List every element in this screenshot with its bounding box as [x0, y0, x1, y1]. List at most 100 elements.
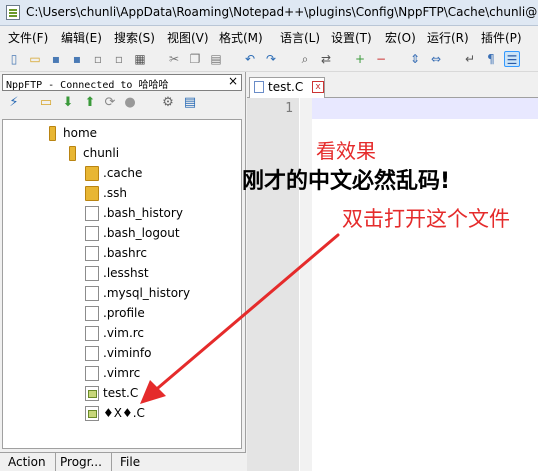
panel-tab-separator — [55, 453, 56, 471]
abort-icon[interactable]: ● — [122, 95, 138, 111]
folder-icon — [85, 186, 99, 201]
replace-icon-glyph: ⇄ — [320, 52, 332, 66]
tree-item-folder[interactable]: .ssh — [85, 185, 235, 203]
menu-item-0[interactable]: 文件(F) — [8, 29, 48, 46]
zoom-in-icon-glyph: + — [354, 52, 366, 66]
file-icon — [85, 206, 99, 221]
open-file-icon[interactable]: ▭ — [27, 51, 43, 67]
save-icon-glyph: ▪ — [51, 52, 61, 66]
print-icon[interactable]: ▦ — [132, 51, 148, 67]
undo-icon-glyph: ↶ — [244, 52, 256, 66]
settings-icon[interactable]: ⚙ — [160, 95, 176, 111]
tree-item-label: .viminfo — [103, 346, 152, 360]
upload-icon[interactable]: ⬆ — [82, 95, 98, 111]
tree-item-folder[interactable]: chunli — [65, 145, 215, 163]
current-line-highlight[interactable] — [312, 98, 538, 119]
paste-icon-glyph: ▤ — [210, 52, 222, 66]
annotation-see-effect: 看效果 — [316, 139, 376, 163]
save-all-icon[interactable]: ▪ — [69, 51, 85, 67]
tree-item-file[interactable]: .vimrc — [85, 365, 235, 383]
menu-item-8[interactable]: 运行(R) — [427, 29, 469, 46]
show-all-chars-icon[interactable]: ¶ — [483, 51, 499, 67]
tab-close-icon[interactable]: x — [312, 81, 324, 93]
panel-tab-1[interactable]: Progr... — [60, 455, 102, 469]
tree-item-label: .lesshst — [103, 266, 149, 280]
tree-item-file[interactable]: .bashrc — [85, 245, 235, 263]
cut-icon-glyph: ✂ — [168, 52, 180, 66]
refresh-icon[interactable]: ⟳ — [102, 95, 118, 111]
annotation-garbled-chinese: 刚才的中文必然乱码! — [242, 169, 451, 194]
file-icon — [85, 326, 99, 341]
folder-icon — [85, 166, 99, 181]
word-wrap-icon[interactable]: ↵ — [462, 51, 478, 67]
line-number: 1 — [285, 101, 293, 116]
tree-item-label: .bash_logout — [103, 226, 180, 240]
paste-icon[interactable]: ▤ — [208, 51, 224, 67]
tree-item-label: chunli — [83, 146, 120, 160]
show-all-chars-icon-glyph: ¶ — [487, 52, 495, 66]
menu-item-1[interactable]: 编辑(E) — [61, 29, 102, 46]
new-file-icon[interactable]: ▯ — [6, 51, 22, 67]
tree-item-file[interactable]: .lesshst — [85, 265, 235, 283]
tab-test-c[interactable]: test.C x — [249, 77, 325, 98]
find-icon[interactable]: ⌕ — [297, 51, 313, 67]
panel-close-icon[interactable]: × — [228, 74, 238, 88]
file-icon — [85, 346, 99, 361]
menu-item-4[interactable]: 格式(M) — [219, 29, 263, 46]
menu-item-3[interactable]: 视图(V) — [167, 29, 209, 46]
close-icon[interactable]: ▫ — [90, 51, 106, 67]
tree-item-file[interactable]: .mysql_history — [85, 285, 235, 303]
tree-item-doc[interactable]: ♦X♦.C — [85, 405, 235, 423]
file-icon — [85, 246, 99, 261]
indent-guide-icon[interactable]: ☰ — [504, 51, 520, 67]
tree-item-label: .vim.rc — [103, 326, 145, 340]
menu-item-5[interactable]: 语言(L) — [280, 29, 320, 46]
zoom-out-icon[interactable]: − — [373, 51, 389, 67]
folder-icon — [49, 126, 56, 141]
new-file-icon-glyph: ▯ — [10, 52, 18, 66]
window-title: C:\Users\chunli\AppData\Roaming\Notepad+… — [26, 5, 538, 19]
tree-item-label: .ssh — [103, 186, 127, 200]
panel-tab-0[interactable]: Action — [8, 455, 46, 469]
nppftp-panel-header: NppFTP - Connected to 哈哈哈 × — [2, 74, 242, 91]
nppftp-bottom-tabs: Action Progr... File — [0, 452, 246, 471]
replace-icon[interactable]: ⇄ — [318, 51, 334, 67]
print-icon-glyph: ▦ — [134, 52, 146, 66]
menu-item-9[interactable]: 插件(P) — [481, 29, 522, 46]
tree-item-file[interactable]: .vim.rc — [85, 325, 235, 343]
tree-item-file[interactable]: .bash_logout — [85, 225, 235, 243]
menu-item-2[interactable]: 搜索(S) — [114, 29, 155, 46]
tree-item-file[interactable]: .profile — [85, 305, 235, 323]
panel-tab-2[interactable]: File — [120, 455, 140, 469]
redo-icon[interactable]: ↷ — [263, 51, 279, 67]
file-icon — [85, 226, 99, 241]
messages-icon[interactable]: ▤ — [182, 95, 198, 111]
tree-item-doc[interactable]: test.C — [85, 385, 235, 403]
close-all-icon-glyph: ▫ — [114, 52, 124, 66]
close-all-icon[interactable]: ▫ — [111, 51, 127, 67]
menu-item-6[interactable]: 设置(T) — [331, 29, 372, 46]
fold-margin — [300, 98, 312, 471]
tab-label: test.C — [268, 80, 304, 94]
tree-item-folder[interactable]: home — [45, 125, 195, 143]
download-icon[interactable]: ⬇ — [60, 95, 76, 111]
file-icon — [85, 306, 99, 321]
menu-item-7[interactable]: 宏(O) — [385, 29, 416, 46]
tree-item-folder[interactable]: .cache — [85, 165, 235, 183]
remote-file-tree: home chunli .cache .ssh .bash_history .bash_l… — [2, 119, 242, 449]
close-icon-glyph: ▫ — [93, 52, 103, 66]
copy-icon[interactable]: ❐ — [187, 51, 203, 67]
sync-horizontal-icon[interactable]: ⇔ — [428, 51, 444, 67]
sync-horizontal-icon-glyph: ⇔ — [430, 52, 442, 66]
connect-icon[interactable]: ⚡ — [6, 95, 22, 111]
zoom-in-icon[interactable]: + — [352, 51, 368, 67]
sync-vertical-icon[interactable]: ⇕ — [407, 51, 423, 67]
save-icon[interactable]: ▪ — [48, 51, 64, 67]
zoom-out-icon-glyph: − — [375, 52, 387, 66]
undo-icon[interactable]: ↶ — [242, 51, 258, 67]
main-toolbar: ▯ ▭ ▪ ▪ ▫ ▫ ▦ ✂ ❐ ▤ ↶ ↷ ⌕ ⇄ + − ⇕ ⇔ ↵ ¶ ☰ — [0, 48, 538, 72]
tree-item-file[interactable]: .bash_history — [85, 205, 235, 223]
cut-icon[interactable]: ✂ — [166, 51, 182, 67]
folder-open-icon[interactable]: ▭ — [38, 95, 54, 111]
tree-item-file[interactable]: .viminfo — [85, 345, 235, 363]
